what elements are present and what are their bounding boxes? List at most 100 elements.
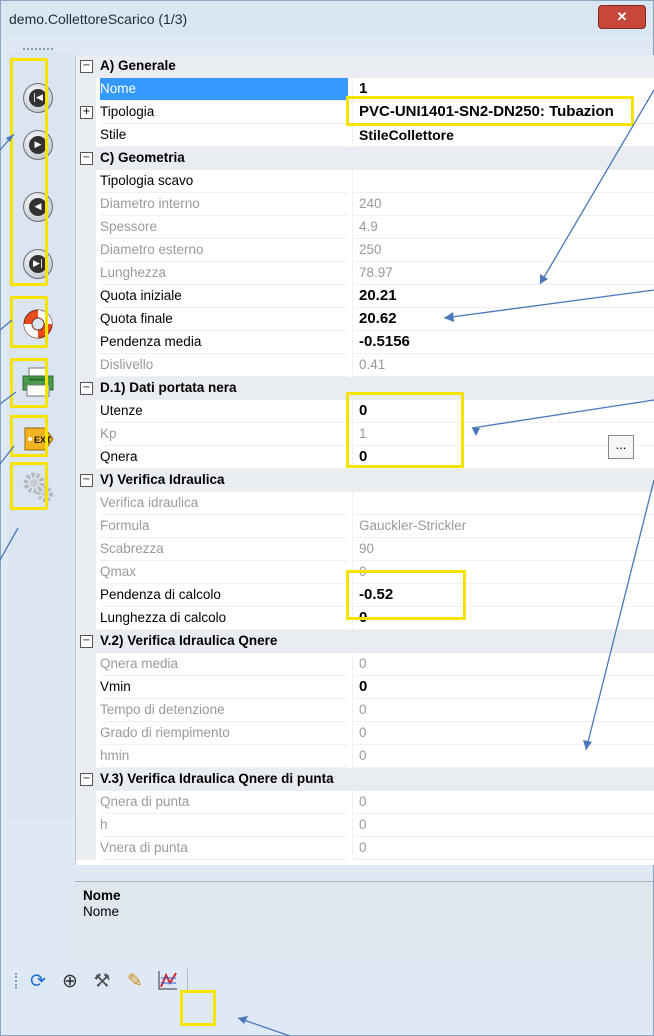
- collapse-icon[interactable]: −: [80, 382, 93, 395]
- property-row-hmin[interactable]: hmin 0: [76, 745, 654, 768]
- close-button[interactable]: ✕: [598, 5, 646, 29]
- print-button[interactable]: [21, 365, 55, 399]
- property-row-quota-finale[interactable]: Quota finale 20.62: [76, 308, 654, 331]
- property-row-qnera[interactable]: Qnera 0: [76, 446, 654, 469]
- property-name: Tipologia: [100, 101, 348, 124]
- description-title: Nome: [83, 888, 121, 903]
- collapse-icon[interactable]: −: [80, 474, 93, 487]
- collapse-icon[interactable]: −: [80, 152, 93, 165]
- property-value: 90: [352, 538, 654, 561]
- property-value[interactable]: -0.52: [352, 584, 654, 607]
- property-name: Tipologia scavo: [100, 170, 348, 193]
- property-row-vmin[interactable]: Vmin 0: [76, 676, 654, 699]
- first-record-button[interactable]: |◀: [21, 81, 55, 115]
- skip-first-icon: |◀: [29, 89, 47, 107]
- category-label: D.1) Dati portata nera: [100, 380, 237, 395]
- property-value: 240: [352, 193, 654, 216]
- property-row-lunghezza[interactable]: Lunghezza 78.97: [76, 262, 654, 285]
- property-name: Quota finale: [100, 308, 348, 331]
- description-panel: Nome Nome: [75, 881, 653, 962]
- next-record-button[interactable]: ▶: [21, 128, 55, 162]
- property-value[interactable]: -0.5156: [352, 331, 654, 354]
- property-row-quota-iniziale[interactable]: Quota iniziale 20.21: [76, 285, 654, 308]
- property-row-pendenza-di-calcolo[interactable]: Pendenza di calcolo -0.52: [76, 584, 654, 607]
- refresh-icon[interactable]: ⟳: [27, 969, 49, 993]
- ellipsis-button[interactable]: ...: [608, 435, 634, 459]
- settings-button[interactable]: [21, 469, 55, 503]
- property-value[interactable]: StileCollettore: [352, 124, 654, 147]
- property-value: 0: [352, 837, 654, 860]
- property-row-scabrezza[interactable]: Scabrezza 90: [76, 538, 654, 561]
- skip-last-icon: ▶|: [29, 255, 47, 273]
- property-row-h[interactable]: h0: [76, 814, 654, 837]
- collapse-icon[interactable]: −: [80, 773, 93, 786]
- property-row-vnera-di-punta[interactable]: Vnera di punta 0: [76, 837, 654, 860]
- property-row-lunghezza-di-calcolo[interactable]: Lunghezza di calcolo 0: [76, 607, 654, 630]
- property-name: Qnera: [100, 446, 348, 469]
- property-row-grado-di-riempimento[interactable]: Grado di riempimento 0: [76, 722, 654, 745]
- property-value[interactable]: [352, 170, 654, 193]
- property-value[interactable]: PVC-UNI1401-SN2-DN250: Tubazion: [352, 101, 654, 124]
- tools-icon[interactable]: ⚒: [91, 969, 113, 993]
- property-name: h: [100, 814, 348, 837]
- property-value[interactable]: 20.62: [352, 308, 654, 331]
- category-geometria[interactable]: − C) Geometria: [76, 147, 654, 170]
- previous-record-button[interactable]: ◀: [21, 190, 55, 224]
- gears-icon: [23, 472, 53, 502]
- property-name: Pendenza media: [100, 331, 348, 354]
- property-row-qmax[interactable]: Qmax 0: [76, 561, 654, 584]
- property-value: 78.97: [352, 262, 654, 285]
- category-verifica-qnere[interactable]: − V.2) Verifica Idraulica Qnere: [76, 630, 654, 653]
- category-verifica-idraulica[interactable]: − V) Verifica Idraulica: [76, 469, 654, 492]
- category-verifica-qnere-punta[interactable]: − V.3) Verifica Idraulica Qnere di punta: [76, 768, 654, 791]
- pencil-icon[interactable]: ✎: [124, 969, 146, 993]
- property-row-pendenza-media[interactable]: Pendenza media -0.5156: [76, 331, 654, 354]
- property-value: 0: [352, 699, 654, 722]
- property-row-qnera-di-punta[interactable]: Qnera di punta 0: [76, 791, 654, 814]
- property-name: Kp: [100, 423, 348, 446]
- expand-icon[interactable]: +: [80, 106, 93, 119]
- title-bar: demo.CollettoreScarico (1/3) ✕: [1, 1, 653, 37]
- property-value[interactable]: 0: [352, 607, 654, 630]
- property-row-diametro-esterno[interactable]: Diametro esterno 250: [76, 239, 654, 262]
- lifebuoy-icon: [23, 309, 53, 339]
- property-name: Vnera di punta: [100, 837, 348, 860]
- category-generale[interactable]: − A) Generale: [76, 55, 654, 78]
- help-button[interactable]: [21, 307, 55, 341]
- collapse-icon[interactable]: −: [80, 635, 93, 648]
- property-row-diametro-interno[interactable]: Diametro interno 240: [76, 193, 654, 216]
- property-name: Diametro esterno: [100, 239, 348, 262]
- last-record-button[interactable]: ▶|: [21, 247, 55, 281]
- property-value[interactable]: 20.21: [352, 285, 654, 308]
- property-row-spessore[interactable]: Spessore 4.9: [76, 216, 654, 239]
- zoom-icon[interactable]: ⊕: [59, 969, 81, 993]
- property-row-stile[interactable]: Stile StileCollettore: [76, 124, 654, 147]
- property-row-verifica-idraulica[interactable]: Verifica idraulica: [76, 492, 654, 515]
- property-row-tipologia-scavo[interactable]: Tipologia scavo: [76, 170, 654, 193]
- property-row-dislivello[interactable]: Dislivello 0.41: [76, 354, 654, 377]
- property-name: Lunghezza di calcolo: [100, 607, 348, 630]
- property-value: 0.41: [352, 354, 654, 377]
- property-name: Qmax: [100, 561, 348, 584]
- property-value[interactable]: 0: [352, 676, 654, 699]
- property-name: Verifica idraulica: [100, 492, 348, 515]
- property-row-nome[interactable]: Nome 1: [76, 78, 654, 101]
- collapse-icon[interactable]: −: [80, 60, 93, 73]
- property-value: 0: [352, 745, 654, 768]
- category-label: V) Verifica Idraulica: [100, 472, 225, 487]
- property-row-tempo-di-detenzione[interactable]: Tempo di detenzione 0: [76, 699, 654, 722]
- play-icon: ▶: [29, 136, 47, 154]
- property-row-qnera-media[interactable]: Qnera media 0: [76, 653, 654, 676]
- property-row-utenze[interactable]: Utenze 0: [76, 400, 654, 423]
- property-row-kp[interactable]: Kp 1: [76, 423, 654, 446]
- property-name: Dislivello: [100, 354, 348, 377]
- property-value: 4.9: [352, 216, 654, 239]
- property-row-formula[interactable]: Formula Gauckler-Strickler: [76, 515, 654, 538]
- property-value[interactable]: 0: [352, 400, 654, 423]
- ext-button[interactable]: EXT: [21, 422, 55, 456]
- property-value[interactable]: 1: [352, 78, 654, 101]
- category-dati-portata-nera[interactable]: − D.1) Dati portata nera: [76, 377, 654, 400]
- property-row-tipologia[interactable]: + Tipologia PVC-UNI1401-SN2-DN250: Tubazio…: [76, 101, 654, 124]
- chart-icon[interactable]: [157, 969, 179, 993]
- ext-label: EXT: [34, 435, 52, 445]
